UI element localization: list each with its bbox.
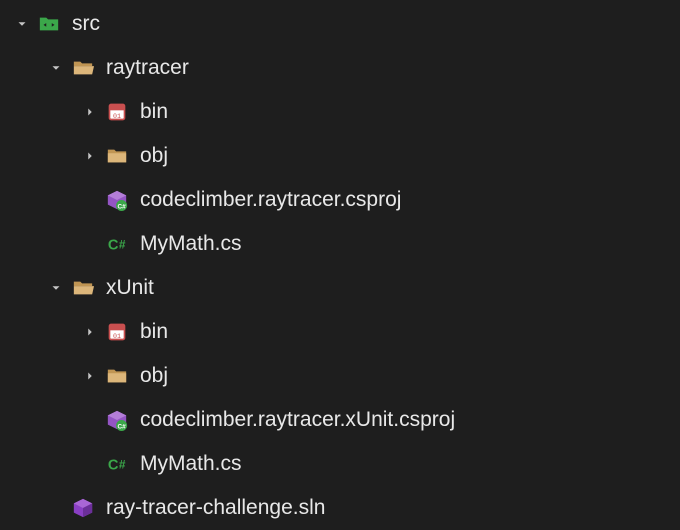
tree-item-obj[interactable]: obj [0,354,680,398]
tree-label: obj [140,364,168,388]
chevron-right-icon [80,322,100,342]
svg-text:C#: C# [117,203,126,210]
tree-label: src [72,12,100,36]
tree-item-bin[interactable]: 01 bin [0,310,680,354]
svg-text:#: # [119,238,126,252]
svg-text:01: 01 [113,112,121,120]
tree-label: ray-tracer-challenge.sln [106,496,325,520]
svg-text:C: C [108,238,119,254]
chevron-right-icon [80,366,100,386]
tree-label: obj [140,144,168,168]
csharp-file-icon: C# [106,453,128,475]
tree-item-cs-file[interactable]: C# MyMath.cs [0,222,680,266]
tree-label: bin [140,100,168,124]
folder-icon [106,145,128,167]
svg-text:01: 01 [113,332,121,340]
tree-item-sln[interactable]: ray-tracer-challenge.sln [0,486,680,530]
tree-label: raytracer [106,56,189,80]
tree-item-raytracer[interactable]: raytracer [0,46,680,90]
tree-label: MyMath.cs [140,452,242,476]
folder-icon [106,365,128,387]
tree-item-obj[interactable]: obj [0,134,680,178]
binary-folder-icon: 01 [106,101,128,123]
folder-open-icon [72,277,94,299]
chevron-down-icon [46,278,66,298]
csproj-file-icon: C# [106,409,128,431]
binary-folder-icon: 01 [106,321,128,343]
folder-open-icon [72,57,94,79]
tree-label: bin [140,320,168,344]
chevron-right-icon [80,146,100,166]
chevron-down-icon [46,58,66,78]
tree-label: codeclimber.raytracer.csproj [140,188,401,212]
src-folder-icon [38,13,60,35]
svg-text:#: # [119,458,126,472]
tree-label: MyMath.cs [140,232,242,256]
tree-item-bin[interactable]: 01 bin [0,90,680,134]
csharp-file-icon: C# [106,233,128,255]
tree-label: codeclimber.raytracer.xUnit.csproj [140,408,455,432]
chevron-down-icon [12,14,32,34]
svg-text:C: C [108,458,119,474]
chevron-right-icon [80,102,100,122]
csproj-file-icon: C# [106,189,128,211]
tree-item-src[interactable]: src [0,2,680,46]
tree-item-csproj[interactable]: C# codeclimber.raytracer.xUnit.csproj [0,398,680,442]
tree-item-cs-file[interactable]: C# MyMath.cs [0,442,680,486]
tree-label: xUnit [106,276,154,300]
tree-item-xunit[interactable]: xUnit [0,266,680,310]
svg-text:C#: C# [117,423,126,430]
tree-item-csproj[interactable]: C# codeclimber.raytracer.csproj [0,178,680,222]
